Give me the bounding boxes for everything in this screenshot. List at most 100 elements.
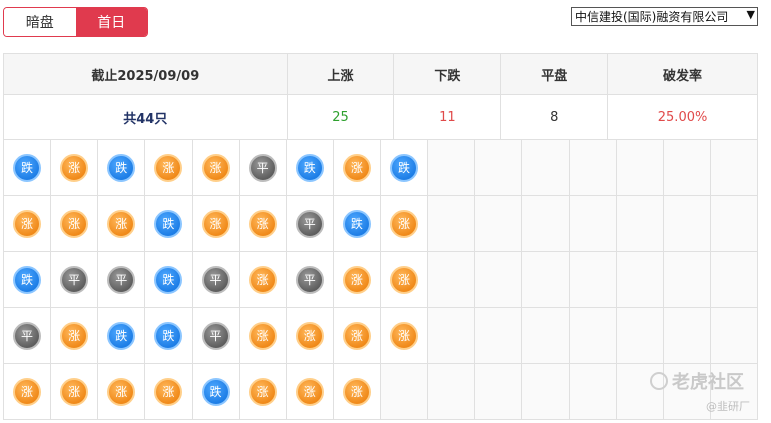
grid-cell: 涨	[381, 196, 429, 252]
grid-cell: 涨	[381, 308, 429, 364]
stock-status-dot[interactable]: 平	[60, 265, 89, 294]
grid-cell: 涨	[51, 140, 99, 196]
stock-status-dot[interactable]: 平	[201, 321, 230, 350]
grid-cell: 涨	[333, 252, 381, 308]
stock-status-dot[interactable]: 涨	[201, 209, 230, 238]
tab-dark-pool[interactable]: 暗盘	[4, 8, 76, 36]
chevron-down-icon: ▼	[746, 8, 755, 21]
grid-cell	[428, 364, 476, 420]
stock-status-dot[interactable]: 涨	[342, 265, 371, 294]
grid-cell: 涨	[239, 364, 287, 420]
stock-status-dot[interactable]: 平	[295, 265, 324, 294]
stock-status-dot[interactable]: 涨	[13, 377, 42, 406]
grid-cell	[569, 140, 617, 196]
stock-status-dot[interactable]: 涨	[295, 377, 324, 406]
summary-header-break-rate: 破发率	[607, 53, 758, 95]
grid-cell: 跌	[381, 140, 429, 196]
grid-cell	[428, 308, 476, 364]
stock-status-dot[interactable]: 涨	[390, 265, 419, 294]
stock-status-dot[interactable]: 涨	[342, 153, 371, 182]
stock-status-dot[interactable]: 平	[295, 209, 324, 238]
stock-status-dot[interactable]: 跌	[342, 209, 371, 238]
stock-status-dot[interactable]: 涨	[13, 209, 42, 238]
stock-status-dot[interactable]: 跌	[390, 153, 419, 182]
stock-status-dot[interactable]: 涨	[248, 321, 277, 350]
tiger-logo-icon	[650, 372, 668, 390]
grid-cell	[522, 196, 570, 252]
stock-status-dot[interactable]: 跌	[295, 153, 324, 182]
grid-cell: 涨	[333, 364, 381, 420]
stock-status-dot[interactable]: 涨	[60, 321, 89, 350]
stock-status-dot[interactable]: 涨	[390, 321, 419, 350]
stock-status-dot[interactable]: 涨	[201, 153, 230, 182]
stock-status-dot[interactable]: 涨	[295, 321, 324, 350]
grid-cell: 涨	[381, 252, 429, 308]
grid-cell	[381, 364, 429, 420]
grid-cell: 跌	[192, 364, 240, 420]
grid-cell	[475, 140, 523, 196]
stock-status-dot[interactable]: 涨	[248, 377, 277, 406]
stock-status-dot[interactable]: 平	[248, 153, 277, 182]
stock-status-dot[interactable]: 涨	[342, 321, 371, 350]
watermark-handle: @韭研厂	[706, 400, 750, 413]
stock-status-dot[interactable]: 涨	[107, 209, 136, 238]
grid-cell: 涨	[192, 196, 240, 252]
stock-status-dot[interactable]: 跌	[154, 321, 183, 350]
stock-status-dot[interactable]: 涨	[107, 377, 136, 406]
summary-down-count: 11	[393, 94, 502, 140]
stock-status-dot[interactable]: 涨	[60, 209, 89, 238]
grid-cell	[475, 196, 523, 252]
grid-cell: 跌	[98, 308, 146, 364]
grid-cell	[475, 252, 523, 308]
stock-status-dot[interactable]: 涨	[342, 377, 371, 406]
stock-status-dot[interactable]: 跌	[107, 321, 136, 350]
grid-cell: 涨	[51, 364, 99, 420]
grid-cell	[522, 308, 570, 364]
stock-status-dot[interactable]: 跌	[201, 377, 230, 406]
broker-select-value: 中信建投(国际)融资有限公司	[575, 10, 729, 24]
grid-cell	[616, 252, 664, 308]
grid-cell: 平	[51, 252, 99, 308]
stock-status-dot[interactable]: 涨	[248, 209, 277, 238]
stock-status-dot[interactable]: 涨	[390, 209, 419, 238]
grid-cell: 平	[286, 252, 334, 308]
grid-cell	[428, 140, 476, 196]
stock-status-dot[interactable]: 平	[201, 265, 230, 294]
stock-status-dot[interactable]: 跌	[107, 153, 136, 182]
stock-status-dot[interactable]: 跌	[154, 265, 183, 294]
grid-cell: 涨	[51, 308, 99, 364]
stock-status-dot[interactable]: 涨	[60, 153, 89, 182]
summary-value-row: 共44只 25 11 8 25.00%	[3, 94, 758, 140]
stock-status-dot[interactable]: 涨	[154, 377, 183, 406]
watermark-brand: 老虎社区	[672, 372, 744, 393]
grid-cell	[616, 308, 664, 364]
grid-cell: 涨	[192, 140, 240, 196]
grid-cell: 涨	[98, 364, 146, 420]
grid-cell: 涨	[239, 308, 287, 364]
grid-cell: 涨	[4, 364, 52, 420]
stock-status-dot[interactable]: 涨	[248, 265, 277, 294]
stock-status-dot[interactable]: 涨	[60, 377, 89, 406]
grid-cell: 跌	[4, 140, 52, 196]
broker-select[interactable]: 中信建投(国际)融资有限公司 ▼	[571, 7, 758, 26]
grid-cell	[663, 308, 711, 364]
stock-status-dot[interactable]: 涨	[154, 153, 183, 182]
summary-up-count: 25	[286, 94, 395, 140]
stock-status-dot[interactable]: 平	[107, 265, 136, 294]
summary-header-up: 上涨	[286, 53, 395, 95]
grid-cell	[475, 364, 523, 420]
market-tabs: 暗盘 首日	[3, 7, 148, 37]
stock-status-dot[interactable]: 平	[13, 321, 42, 350]
summary-header-down: 下跌	[393, 53, 502, 95]
grid-cell: 平	[192, 308, 240, 364]
tab-first-day[interactable]: 首日	[75, 8, 147, 36]
summary-header-flat: 平盘	[500, 53, 609, 95]
grid-cell	[428, 252, 476, 308]
grid-cell: 涨	[145, 364, 193, 420]
stock-status-dot[interactable]: 跌	[13, 265, 42, 294]
stock-status-dot[interactable]: 跌	[13, 153, 42, 182]
grid-cell: 涨	[98, 196, 146, 252]
grid-cell: 跌	[145, 196, 193, 252]
stock-status-dot[interactable]: 跌	[154, 209, 183, 238]
grid-cell: 平	[98, 252, 146, 308]
